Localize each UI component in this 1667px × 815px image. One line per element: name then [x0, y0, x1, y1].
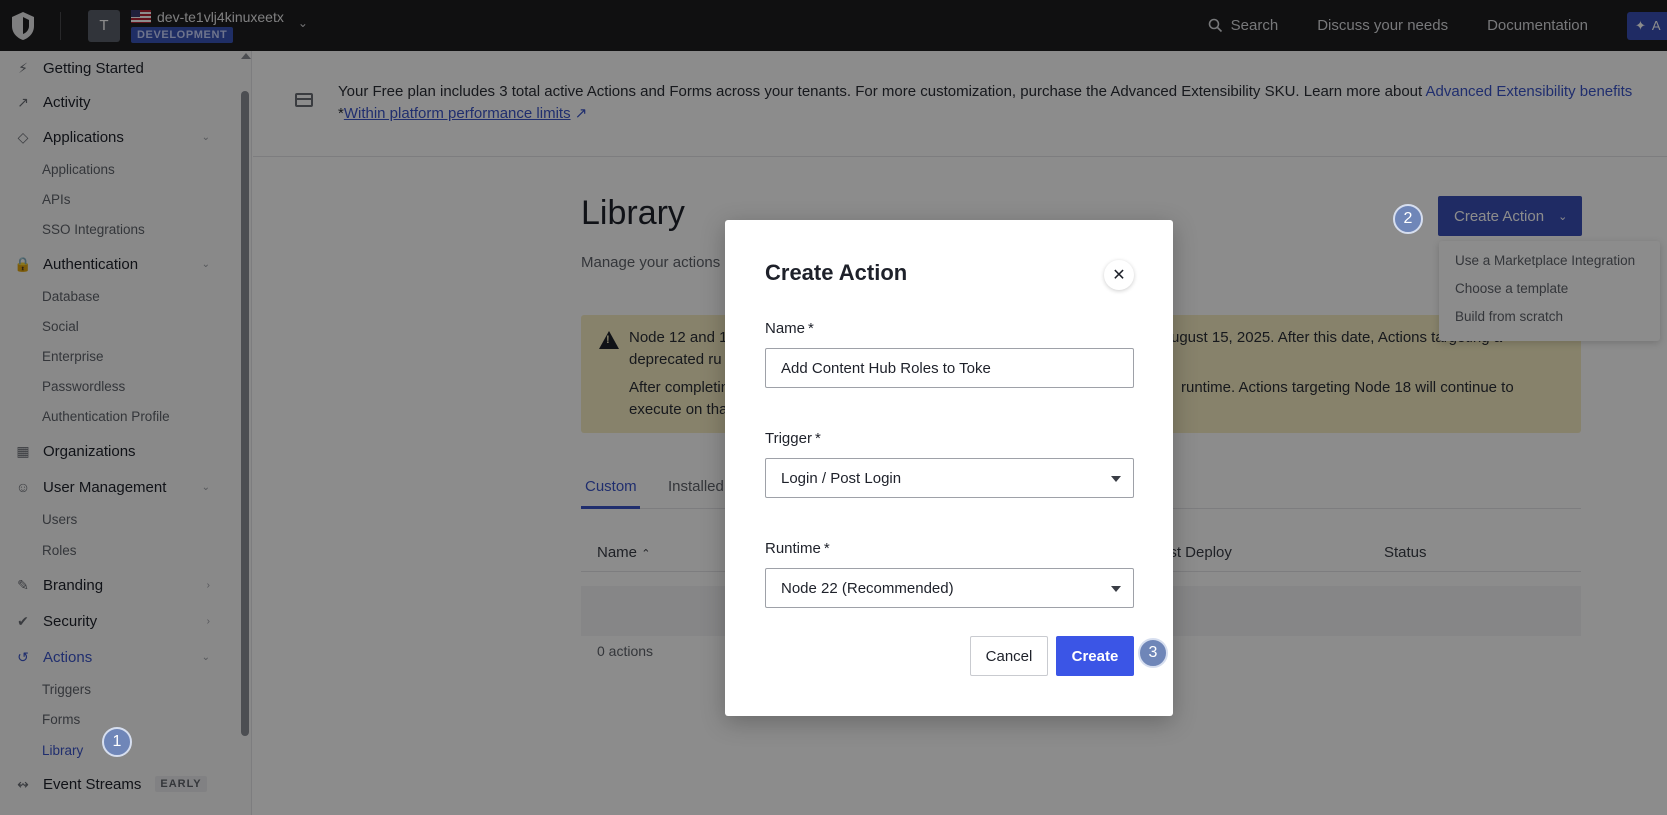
runtime-select[interactable]: Node 22 (Recommended) — [765, 568, 1134, 608]
dropdown-caret-icon — [1111, 586, 1121, 592]
runtime-label-text: Runtime — [765, 540, 821, 557]
modal-title: Create Action — [765, 260, 908, 285]
required-mark: * — [808, 320, 814, 337]
close-icon[interactable]: ✕ — [1104, 260, 1134, 290]
trigger-select-value: Login / Post Login — [781, 469, 902, 487]
name-input[interactable]: Add Content Hub Roles to Toke — [765, 348, 1134, 388]
required-mark: * — [814, 430, 821, 447]
runtime-label: Runtime * — [765, 540, 830, 557]
step-marker-3: 3 — [1138, 638, 1168, 668]
dropdown-caret-icon — [1111, 476, 1121, 482]
trigger-select[interactable]: Login / Post Login — [765, 458, 1134, 498]
trigger-label: Trigger * — [765, 430, 821, 447]
name-label-text: Name — [765, 320, 806, 337]
create-action-modal: Create Action ✕ Name * Add Content Hub Ro… — [725, 220, 1173, 716]
cancel-button[interactable]: Cancel — [970, 636, 1048, 676]
create-button[interactable]: Create — [1056, 636, 1134, 676]
step-marker-1: 1 — [102, 727, 132, 757]
required-mark: * — [823, 540, 830, 557]
trigger-label-text: Trigger — [765, 430, 812, 447]
name-input-value: Add Content Hub Roles to Toke — [781, 359, 991, 377]
runtime-select-value: Node 22 (Recommended) — [781, 579, 954, 597]
step-marker-2: 2 — [1393, 204, 1423, 234]
name-label: Name * — [765, 320, 814, 337]
